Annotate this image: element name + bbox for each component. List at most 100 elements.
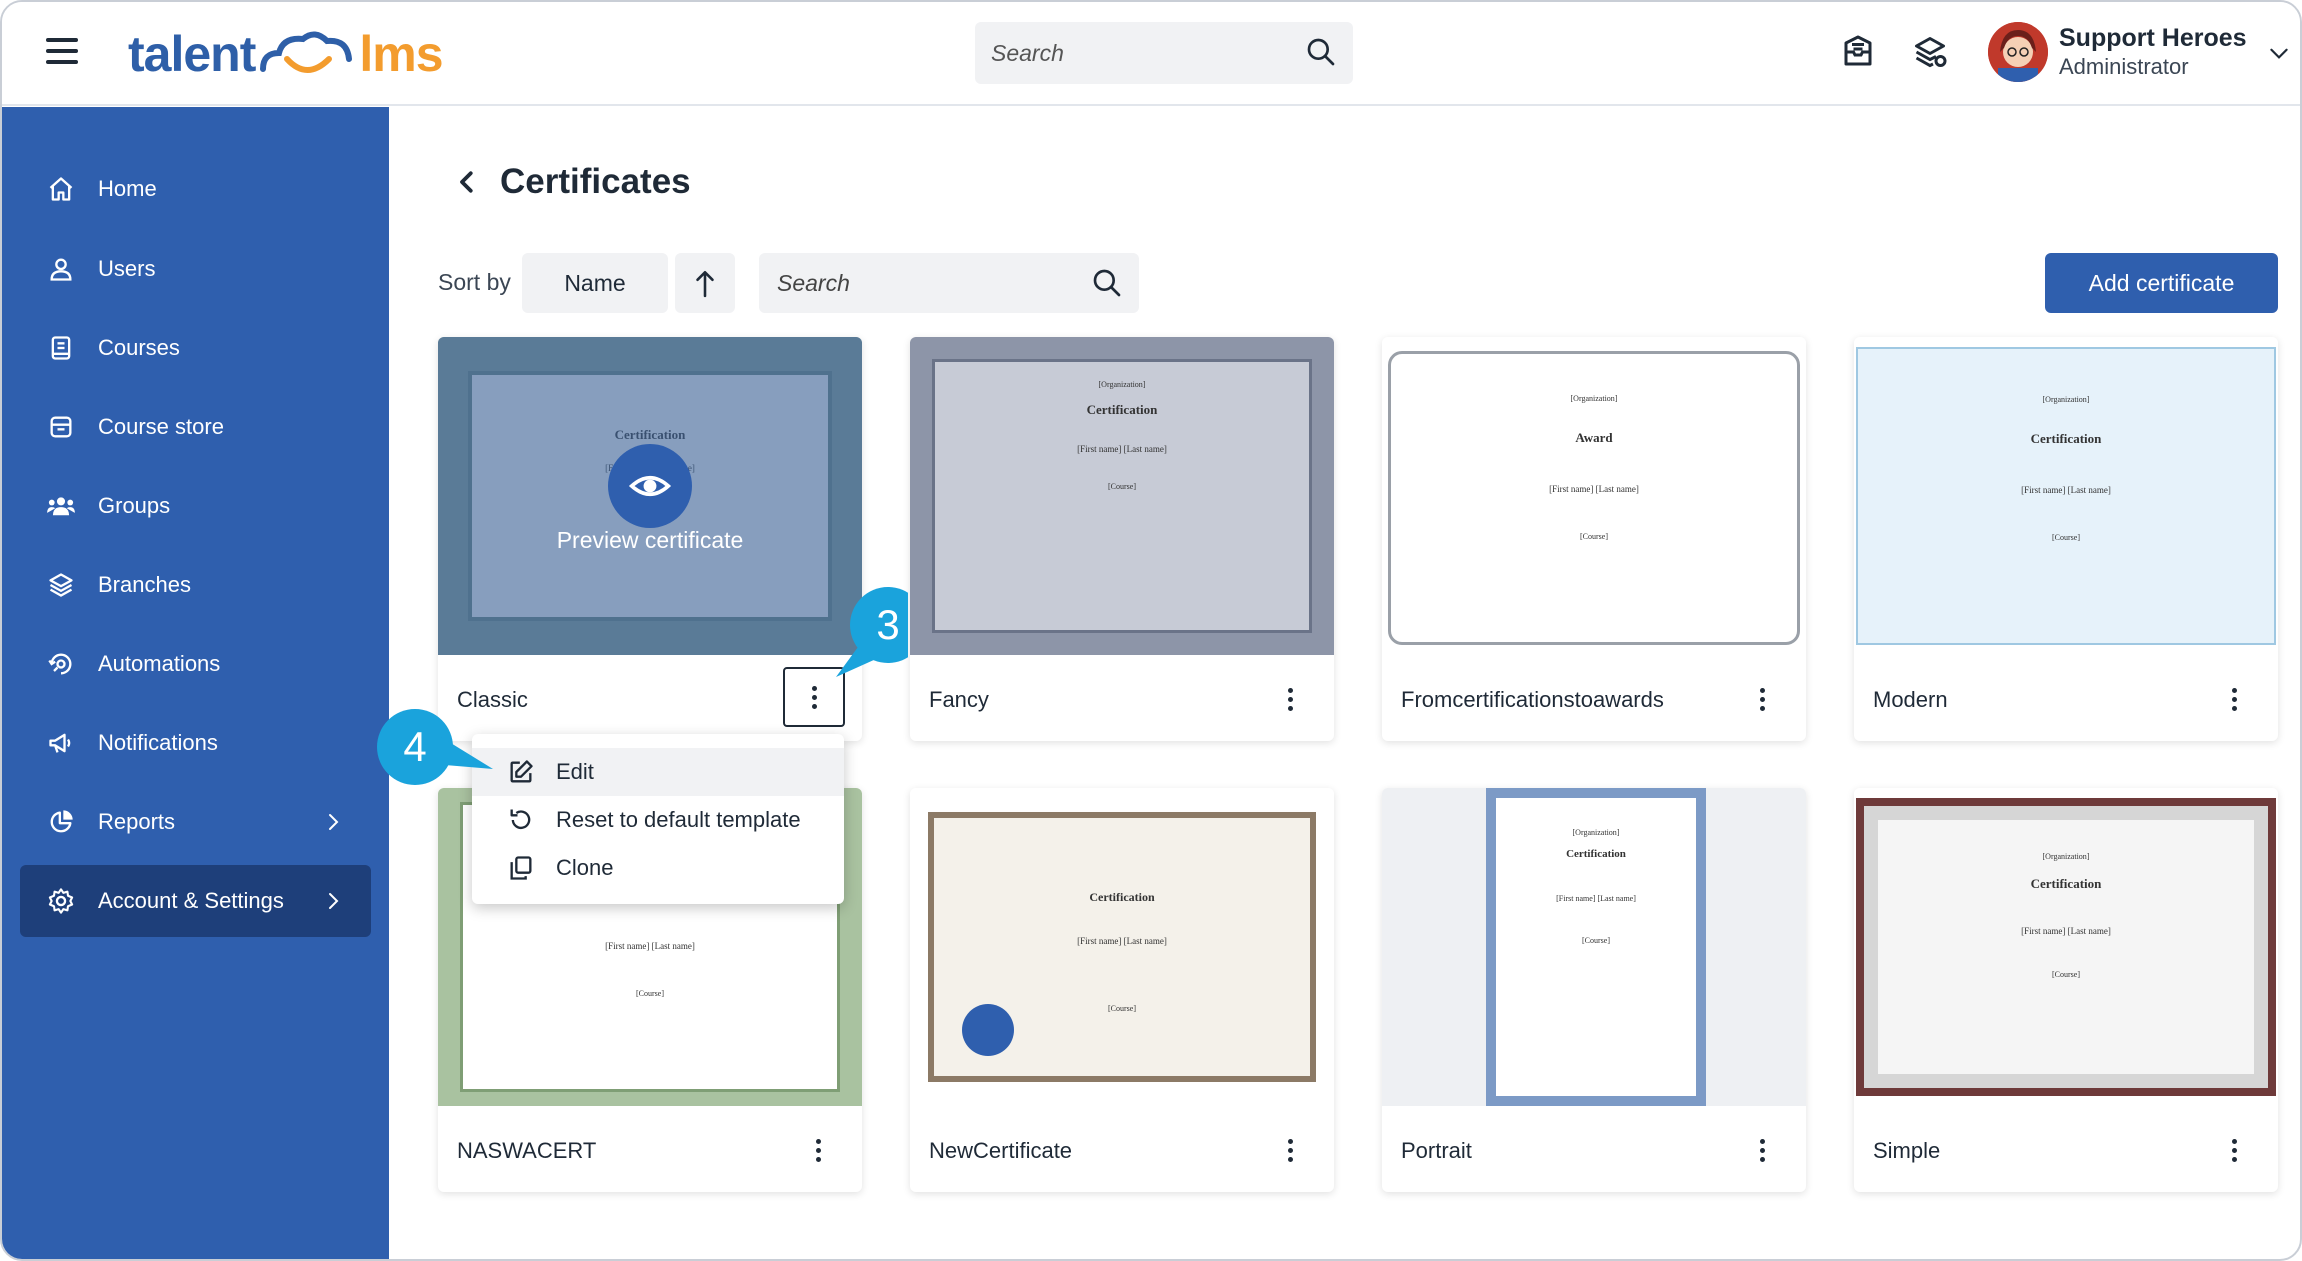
thumb-name: [First name] [Last name]: [1549, 484, 1639, 494]
chevron-right-icon: [329, 893, 339, 909]
sidebar-item-label: Notifications: [98, 730, 218, 755]
chevron-down-icon[interactable]: [2266, 40, 2292, 66]
certificate-name: NASWACERT: [457, 1138, 597, 1163]
sidebar-item-label: Branches: [98, 572, 191, 597]
certificate-thumbnail[interactable]: Certification [First name] [Last name] P…: [438, 337, 862, 655]
search-icon[interactable]: [1305, 36, 1337, 68]
more-options-button[interactable]: [1270, 1128, 1310, 1172]
more-options-button[interactable]: [1742, 1128, 1782, 1172]
menu-item-edit[interactable]: Edit: [472, 748, 844, 796]
thumb-title: Award: [1575, 430, 1613, 445]
sidebar-item-courses[interactable]: Courses: [20, 312, 371, 384]
more-options-button[interactable]: [1270, 677, 1310, 721]
preview-certificate-label: Preview certificate: [556, 527, 744, 553]
more-options-button[interactable]: [2214, 1128, 2254, 1172]
avatar: [1988, 22, 2048, 82]
certificate-name: Simple: [1873, 1138, 1941, 1163]
clone-icon: [510, 856, 532, 880]
menu-item-clone[interactable]: Clone: [472, 844, 844, 892]
thumb-course: [Course]: [636, 989, 664, 998]
certificate-image-simple: [Organization] Certification [First name…: [1854, 788, 2278, 1106]
search-icon[interactable]: [1091, 267, 1123, 299]
thumb-course: [Course]: [2052, 970, 2080, 979]
hamburger-menu-icon[interactable]: [46, 38, 78, 64]
layers-icon: [49, 573, 73, 597]
certificate-card-newcertificate[interactable]: Certification [First name] [Last name] […: [910, 788, 1334, 1192]
page-title: Certificates: [500, 162, 691, 201]
certificate-thumbnail[interactable]: [Organization] Certification [First name…: [1382, 788, 1806, 1106]
certificate-card-classic[interactable]: Certification [First name] [Last name] P…: [438, 337, 862, 741]
thumb-name: [First name] [Last name]: [1077, 444, 1167, 454]
certificate-image-modern: [Organization] Certification [First name…: [1854, 337, 2278, 655]
talentlms-logo[interactable]: talent lms: [128, 22, 444, 86]
thumb-course: [Course]: [1108, 482, 1136, 491]
sidebar-item-groups[interactable]: Groups: [20, 470, 371, 542]
sidebar-item-reports[interactable]: Reports: [20, 786, 371, 858]
more-options-button[interactable]: [2214, 677, 2254, 721]
sidebar-item-automations[interactable]: Automations: [20, 628, 371, 700]
thumb-title: Certification: [1089, 890, 1155, 904]
megaphone-icon: [49, 733, 71, 753]
thumb-course: [Course]: [1582, 936, 1610, 945]
certificate-thumbnail[interactable]: [Organization] Certification [First name…: [910, 337, 1334, 655]
certificate-card-modern[interactable]: [Organization] Certification [First name…: [1854, 337, 2278, 741]
certificate-thumbnail[interactable]: Certification [First name] [Last name] […: [910, 788, 1334, 1106]
thumb-title: Certification: [1566, 848, 1626, 860]
thumb-org: [Organization]: [2042, 395, 2090, 404]
sidebar-item-account-settings[interactable]: Account & Settings: [20, 865, 371, 937]
header-search-input[interactable]: [991, 22, 1291, 84]
thumb-course: [Course]: [2052, 533, 2080, 542]
certificate-search-input[interactable]: [777, 253, 1077, 313]
edit-icon: [510, 760, 533, 783]
sidebar-item-users[interactable]: Users: [20, 233, 371, 305]
menu-item-reset[interactable]: Reset to default template: [472, 796, 844, 844]
user-menu[interactable]: Support Heroes Administrator: [1974, 14, 2294, 94]
step-callout-4: 4: [375, 707, 493, 787]
add-certificate-button[interactable]: Add certificate: [2045, 253, 2278, 313]
thumb-name: [First name] [Last name]: [2021, 926, 2111, 936]
reset-icon: [510, 809, 531, 829]
thumb-org: [Organization]: [1098, 380, 1146, 389]
thumb-name: [First name] [Last name]: [1556, 894, 1636, 903]
certificate-thumbnail[interactable]: [Organization] Award [First name] [Last …: [1382, 337, 1806, 655]
sidebar-item-label: Account & Settings: [98, 888, 284, 913]
menu-item-label: Edit: [556, 759, 594, 784]
sidebar-item-label: Users: [98, 256, 156, 281]
certificate-card-fancy[interactable]: [Organization] Certification [First name…: [910, 337, 1334, 741]
sidebar-item-notifications[interactable]: Notifications: [20, 707, 371, 779]
step-callout-3: 3: [836, 585, 928, 677]
more-options-button[interactable]: [798, 1128, 838, 1172]
certificate-image-portrait: [Organization] Certification [First name…: [1382, 788, 1806, 1106]
certificate-search[interactable]: [759, 253, 1139, 313]
certificate-card-fromcertificationstoawards[interactable]: [Organization] Award [First name] [Last …: [1382, 337, 1806, 741]
sort-field-select[interactable]: Name: [522, 253, 668, 313]
more-options-button[interactable]: [1742, 677, 1782, 721]
thumb-title: Certification: [2030, 876, 2102, 891]
sort-direction-button[interactable]: [675, 253, 735, 313]
user-name: Support Heroes: [2059, 24, 2247, 52]
certificate-image-award: [Organization] Award [First name] [Last …: [1382, 337, 1806, 655]
sidebar-item-home[interactable]: Home: [20, 153, 371, 225]
thumb-name: [First name] [Last name]: [2021, 485, 2111, 495]
pie-chart-icon: [50, 810, 73, 833]
back-arrow-icon[interactable]: [452, 167, 482, 197]
certificate-thumbnail[interactable]: [Organization] Certification [First name…: [1854, 337, 2278, 655]
certificate-context-menu: Edit Reset to default template Clone: [472, 734, 844, 904]
certificate-image-fancy: [Organization] Certification [First name…: [910, 337, 1334, 655]
message-inbox-icon[interactable]: [1840, 34, 1876, 70]
gear-icon: [48, 888, 74, 914]
book-icon: [51, 336, 71, 360]
sidebar-item-course-store[interactable]: Course store: [20, 391, 371, 463]
certificate-name: Modern: [1873, 687, 1948, 712]
sidebar-item-branches[interactable]: Branches: [20, 549, 371, 621]
certificate-card-simple[interactable]: [Organization] Certification [First name…: [1854, 788, 2278, 1192]
header-search[interactable]: [975, 22, 1353, 84]
layers-switch-icon[interactable]: [1912, 34, 1948, 70]
top-bar: talent lms Search Support Heroes Adminis…: [2, 2, 2300, 106]
preview-certificate-overlay[interactable]: Preview certificate: [438, 337, 862, 655]
groups-icon: [47, 497, 75, 516]
certificate-card-portrait[interactable]: [Organization] Certification [First name…: [1382, 788, 1806, 1192]
thumb-title: Certification: [1086, 402, 1158, 417]
menu-item-label: Clone: [556, 855, 614, 880]
certificate-thumbnail[interactable]: [Organization] Certification [First name…: [1854, 788, 2278, 1106]
